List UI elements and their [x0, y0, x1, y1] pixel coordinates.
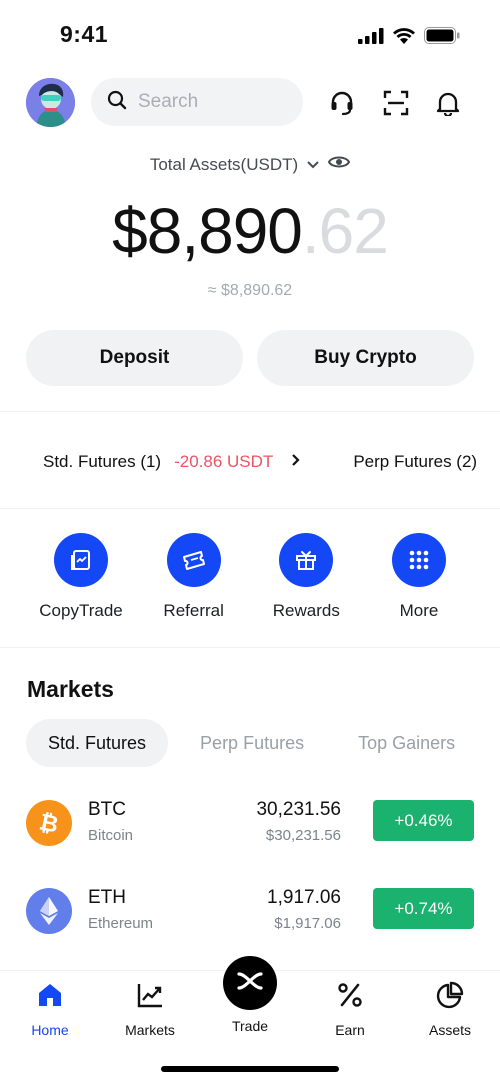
markets-title: Markets [27, 676, 114, 702]
balance-integer: $8,890 [112, 195, 303, 267]
nav-label: Earn [335, 1022, 365, 1038]
pie-chart-icon [436, 981, 464, 1014]
change-badge: +0.46% [373, 800, 474, 841]
nav-label: Markets [125, 1022, 175, 1038]
coin-price: 1,917.06 [267, 887, 341, 908]
cellular-signal-icon [358, 27, 384, 49]
bitcoin-logo-icon: ₿ [26, 800, 72, 846]
referral-button[interactable]: Referral [139, 533, 249, 621]
chart-trend-icon [136, 981, 164, 1014]
futures-strip: Std. Futures (1) -20.86 USDT Perp Future… [0, 440, 500, 484]
divider [0, 411, 500, 412]
buy-crypto-button[interactable]: Buy Crypto [257, 330, 474, 386]
eye-visibility-icon[interactable] [328, 154, 351, 175]
nav-label: Assets [428, 1022, 471, 1038]
total-balance: $8,890.62 [0, 194, 500, 268]
deposit-button[interactable]: Deposit [26, 330, 243, 386]
perp-futures-label: Perp Futures (2) [353, 452, 478, 471]
referral-label: Referral [163, 601, 224, 620]
market-row-eth[interactable]: ETH Ethereum 1,917.06 $1,917.06 +0.74% [26, 885, 474, 937]
search-placeholder: Search [138, 91, 199, 112]
market-tabs: Std. Futures Perp Futures Top Gainers [26, 719, 500, 767]
nav-home[interactable]: Home [10, 981, 90, 1038]
bottom-nav: Home Markets Trade Earn Assets [0, 956, 500, 1083]
nav-label: Trade [231, 1018, 269, 1034]
coin-name: Ethereum [88, 915, 154, 932]
status-icons [358, 27, 460, 49]
copytrade-icon [54, 533, 108, 587]
perp-futures-positions[interactable]: Perp Futures (2) [353, 452, 477, 472]
balance-approx: ≈ $8,890.62 [207, 282, 293, 299]
rewards-label: Rewards [272, 601, 340, 620]
home-icon [36, 981, 64, 1014]
divider [0, 508, 500, 509]
trade-swap-icon [236, 970, 264, 997]
coin-usd-price: $1,917.06 [274, 915, 341, 932]
divider [0, 647, 500, 648]
coin-price: 30,231.56 [256, 799, 341, 820]
copytrade-label: CopyTrade [39, 601, 123, 620]
home-indicator [161, 1066, 339, 1072]
headset-support-icon[interactable] [327, 88, 357, 118]
quick-actions: CopyTrade Referral Rewards More [26, 533, 474, 621]
tab-top-gainers[interactable]: Top Gainers [336, 719, 477, 767]
svg-text:₿: ₿ [37, 810, 61, 836]
more-label: More [399, 601, 439, 620]
avatar[interactable] [26, 78, 75, 127]
gift-icon [279, 533, 334, 587]
ticket-icon [166, 533, 221, 587]
wifi-icon [392, 27, 416, 49]
battery-icon [424, 27, 460, 49]
market-row-btc[interactable]: ₿ BTC Bitcoin 30,231.56 $30,231.56 +0.46… [26, 797, 474, 849]
std-futures-positions[interactable]: Std. Futures (1) -20.86 USDT [43, 452, 301, 472]
search-input[interactable]: Search [91, 78, 303, 126]
status-bar: 9:41 [0, 0, 500, 70]
tab-std-futures[interactable]: Std. Futures [26, 719, 169, 767]
nav-label: Home [31, 1022, 69, 1038]
nav-markets[interactable]: Markets [110, 981, 190, 1038]
total-assets-label: Total Assets(USDT) [149, 154, 299, 174]
change-badge: +0.74% [373, 888, 474, 929]
primary-actions: Deposit Buy Crypto [26, 330, 474, 386]
tab-perp-futures[interactable]: Perp Futures [178, 719, 326, 767]
percent-icon [336, 981, 364, 1014]
coin-name: Bitcoin [88, 827, 134, 844]
bell-notification-icon[interactable] [433, 88, 463, 118]
trade-button[interactable] [223, 956, 277, 1010]
rewards-button[interactable]: Rewards [251, 533, 361, 621]
grid-dots-icon [391, 533, 446, 587]
more-button[interactable]: More [364, 533, 474, 621]
status-time: 9:41 [60, 21, 109, 47]
ethereum-logo-icon [26, 888, 72, 934]
copytrade-button[interactable]: CopyTrade [26, 533, 136, 621]
chevron-down-icon [306, 155, 320, 175]
balance-decimal: .62 [301, 195, 389, 267]
scan-icon[interactable] [381, 88, 411, 118]
std-futures-pnl: -20.86 USDT [174, 452, 274, 471]
search-icon [107, 90, 127, 115]
nav-assets[interactable]: Assets [410, 981, 490, 1038]
coin-usd-price: $30,231.56 [265, 827, 341, 844]
coin-symbol: BTC [88, 799, 126, 820]
coin-symbol: ETH [88, 887, 126, 908]
std-futures-label: Std. Futures (1) [43, 452, 162, 471]
chevron-right-icon [291, 452, 301, 472]
header: Search [26, 78, 474, 128]
nav-earn[interactable]: Earn [310, 981, 390, 1038]
total-assets-selector[interactable]: Total Assets(USDT) [0, 154, 500, 175]
